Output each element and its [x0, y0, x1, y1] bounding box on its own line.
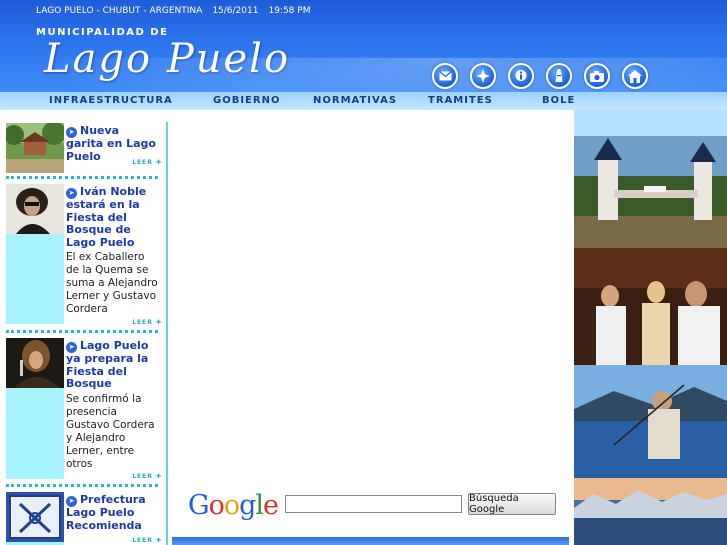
google-search-button[interactable]: Búsqueda Google	[468, 493, 556, 515]
news-item: ➤ Iván Noble estará en la Fiesta del Bosq…	[6, 184, 162, 324]
header-info-line: LAGO PUELO - CHUBUT - ARGENTINA 15/6/2011…	[36, 6, 336, 17]
nav-tramites[interactable]: TRAMITES	[428, 95, 493, 106]
photo-lake-fisherman	[574, 365, 727, 478]
envelope-icon[interactable]	[432, 63, 458, 89]
header-icon-bar	[432, 63, 648, 89]
header-time: 19:58 PM	[268, 6, 311, 16]
news-title[interactable]: ➤ Nueva garita en Lago Puelo	[66, 124, 160, 163]
header-date: 15/6/2011	[212, 6, 259, 16]
lighthouse-icon[interactable]	[546, 63, 572, 89]
camera-icon[interactable]	[584, 63, 610, 89]
news-separator	[6, 330, 158, 333]
header-location: LAGO PUELO - CHUBUT - ARGENTINA	[36, 6, 203, 16]
news-title[interactable]: ➤ Lago Puelo ya prepara la Fiesta del Bos…	[66, 339, 160, 391]
star-icon[interactable]	[470, 63, 496, 89]
news-separator	[6, 484, 158, 487]
news-summary: El ex Caballero de la Quema se suma a Al…	[66, 251, 158, 315]
main-content	[172, 110, 574, 545]
nav-infraestructura[interactable]: INFRAESTRUCTURA	[49, 95, 173, 106]
news-summary: Se confirmó la presencia Gustavo Cordera…	[66, 393, 155, 470]
photo-mountain-sunset	[574, 478, 727, 545]
nav-gobierno[interactable]: GOBIERNO	[213, 95, 280, 106]
google-logo: Google	[188, 490, 279, 521]
news-thumbnail-ivan-noble[interactable]	[6, 184, 64, 234]
google-search-input[interactable]	[285, 495, 462, 513]
photo-sky-top	[574, 110, 727, 136]
news-title[interactable]: ➤ Iván Noble estará en la Fiesta del Bosq…	[66, 185, 160, 249]
photo-fiesta-performers	[574, 248, 727, 365]
news-title[interactable]: ➤ Prefectura Lago Puelo Recomienda	[66, 493, 160, 532]
content-footer-band	[172, 537, 569, 545]
nav-normativas[interactable]: NORMATIVAS	[313, 95, 397, 106]
news-sidebar: ➤ Nueva garita en Lago Puelo LEER ✚ ➤ Iván…	[0, 110, 168, 545]
home-icon[interactable]	[622, 63, 648, 89]
main-nav: INFRAESTRUCTURA GOBIERNO NORMATIVAS TRAM…	[0, 92, 671, 110]
info-icon[interactable]	[508, 63, 534, 89]
read-more-link[interactable]: LEER ✚	[132, 473, 162, 480]
photo-column	[574, 110, 727, 545]
nav-right-strip	[574, 92, 727, 110]
read-more-link[interactable]: LEER ✚	[132, 159, 162, 166]
news-separator	[6, 176, 158, 179]
read-more-link[interactable]: LEER ✚	[132, 319, 162, 326]
news-thumbnail-prefectura[interactable]	[6, 492, 64, 542]
photo-entrance-towers	[574, 136, 727, 248]
site-logo[interactable]: Lago Puelo	[44, 36, 290, 82]
news-thumbnail-garita[interactable]	[6, 123, 64, 173]
read-more-link[interactable]: LEER ✚	[132, 537, 162, 544]
news-item: ➤ Lago Puelo ya prepara la Fiesta del Bos…	[6, 338, 162, 479]
site-header: LAGO PUELO - CHUBUT - ARGENTINA 15/6/2011…	[0, 0, 727, 92]
news-thumbnail-fiesta[interactable]	[6, 338, 64, 388]
sidebar-divider	[166, 122, 168, 545]
